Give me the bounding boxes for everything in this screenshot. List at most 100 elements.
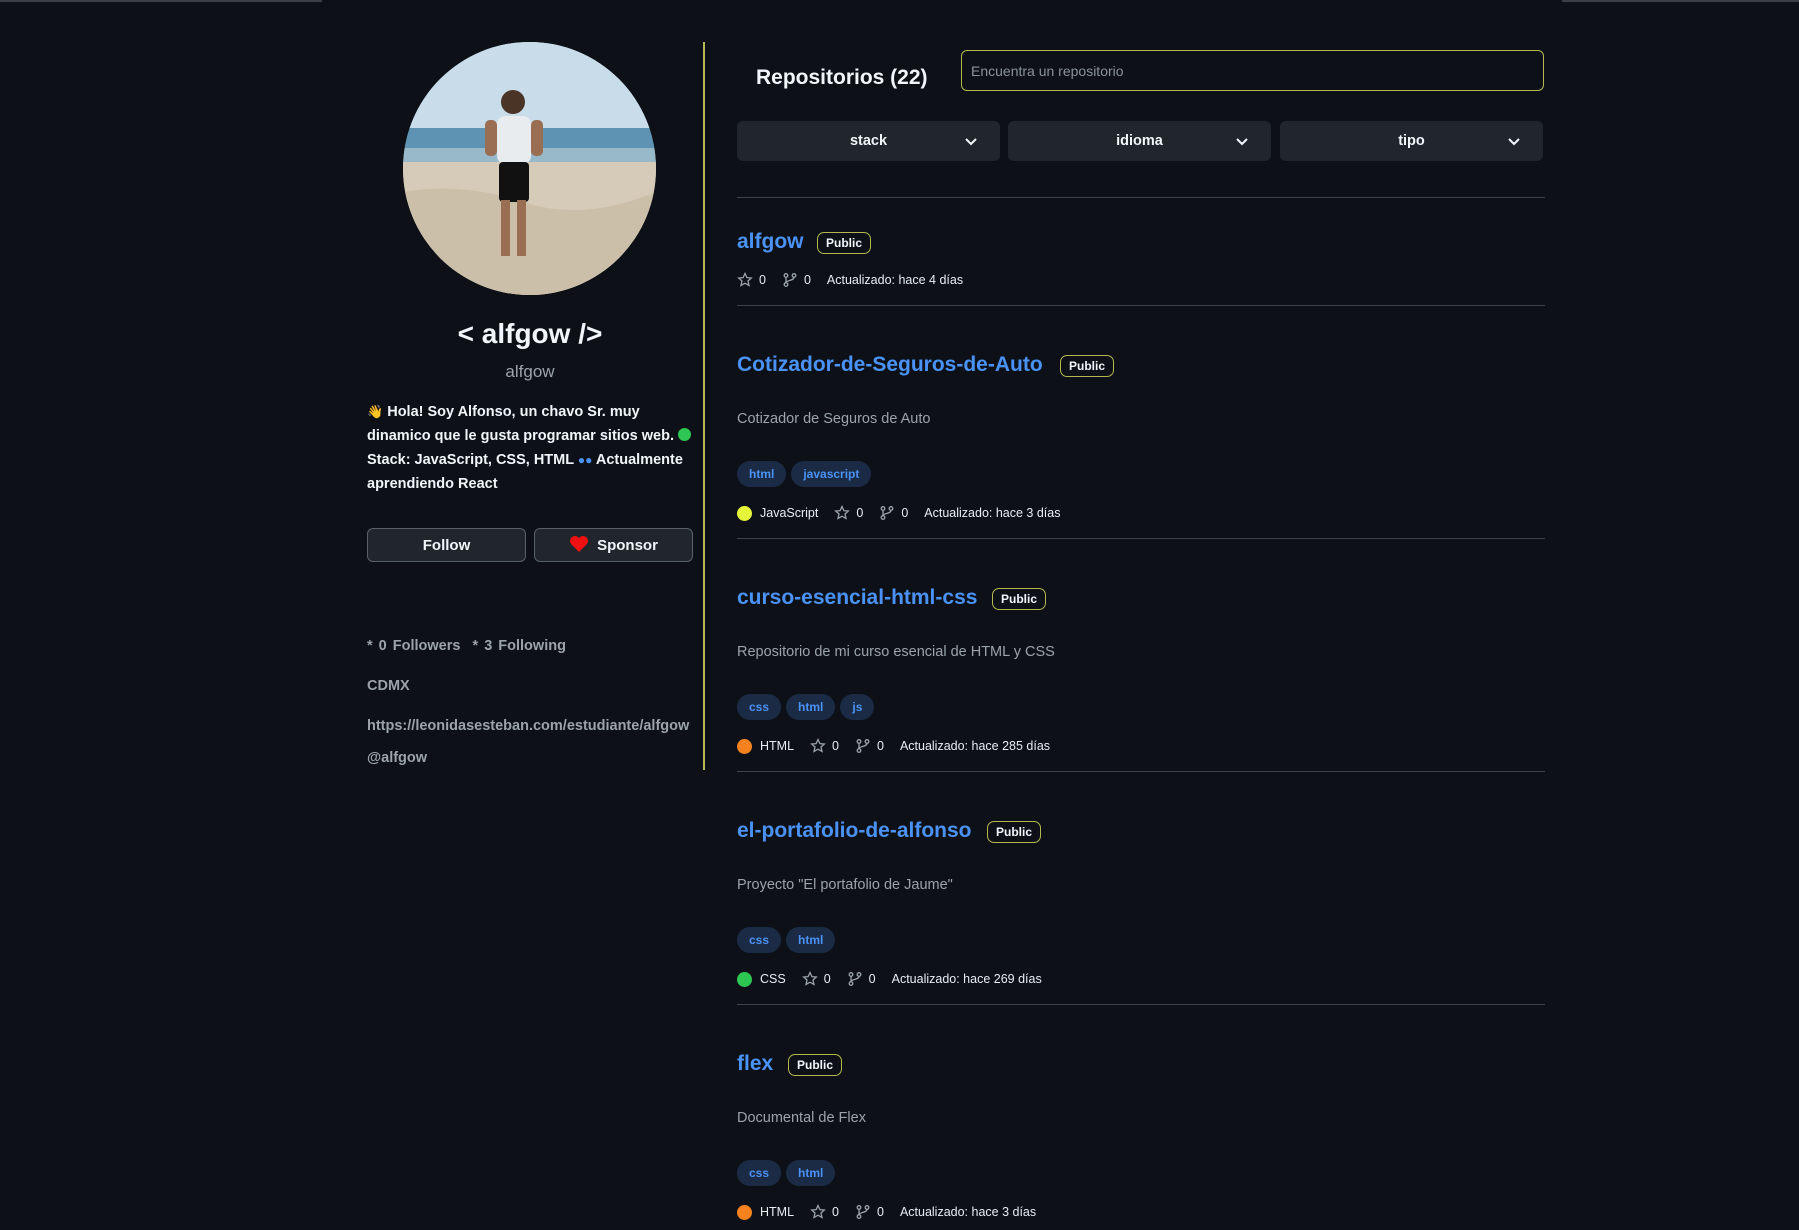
repository-search-input[interactable] [961,50,1544,91]
star-count: 0 [832,1205,839,1219]
repo-description: Documental de Flex [737,1110,866,1126]
followers-label: Followers [392,638,461,654]
avatar-photo [403,42,656,295]
fork-icon [848,972,862,986]
followers-count: 0 [378,638,387,654]
star-icon [810,738,826,753]
repo-tags: html javascript [737,461,872,487]
repo-description: Repositorio de mi curso esencial de HTML… [737,644,1055,660]
filter-tipo-dropdown[interactable]: tipo [1280,121,1543,161]
heart-icon [570,536,589,552]
divider [737,305,1545,306]
filter-idioma-label: idioma [1116,133,1163,149]
repo-meta: 0 0 Actualizado: hace 4 días [737,271,963,289]
fork-count: 0 [876,739,884,753]
username: alfgow [505,362,555,381]
tag-pill[interactable]: javascript [791,461,872,487]
star-icon [801,971,818,986]
visibility-badge: Public [788,1054,843,1076]
fork-count: 0 [901,506,909,520]
chevron-down-icon [965,138,977,146]
divider [737,538,1545,539]
filter-stack-dropdown[interactable]: stack [737,121,1000,161]
star-icon [737,272,753,287]
bio-text-1: Hola! Soy Alfonso, un chavo Sr. muy dina… [367,404,674,444]
bio: 👋 Hola! Soy Alfonso, un chavo Sr. muy di… [367,400,693,496]
avatar[interactable] [403,42,656,295]
visibility-badge: Public [817,232,872,254]
visibility-badge: Public [1060,355,1115,377]
followers-link[interactable]: * 0 Followers [367,638,460,654]
fork-icon [880,506,894,520]
tag-pill[interactable]: css [737,927,782,953]
sidebar-divider [703,42,705,770]
star-icon [834,505,851,520]
tag-pill[interactable]: css [737,694,782,720]
tag-pill[interactable]: html [737,461,787,487]
updated-text: Actualizado: hace 4 días [826,273,964,287]
display-name: < alfgow /> [457,318,603,349]
updated-text: Actualizado: hace 285 días [899,739,1051,753]
language-label: CSS [760,972,786,986]
tag-pill[interactable]: js [840,694,875,720]
repo-tags: css html [737,1160,836,1186]
sponsor-label: Sponsor [597,537,658,554]
fork-icon [856,739,870,753]
green-circle-icon [678,428,692,441]
following-label: Following [498,638,566,654]
fork-count: 0 [868,972,876,986]
filter-stack-label: stack [849,133,888,149]
bio-text-2: Stack: JavaScript, CSS, HTML [367,452,574,468]
tag-pill[interactable]: html [786,927,836,953]
language-label: JavaScript [760,506,819,520]
language-color-dot [737,738,752,754]
repo-description: Proyecto "El portafolio de Jaume" [737,877,953,893]
language-color-dot [737,505,752,521]
following-count: 3 [484,638,493,654]
following-link[interactable]: * 3 Following [473,638,566,654]
visibility-badge: Public [992,588,1047,610]
visibility-badge: Public [987,821,1042,843]
twitter-link[interactable]: @alfgow [367,750,427,766]
repo-meta: HTML 0 0 Actualizado: hace 285 días [737,737,1050,755]
tag-pill[interactable]: html [786,1160,836,1186]
star-count: 0 [832,739,839,753]
updated-text: Actualizado: hace 3 días [924,506,1061,520]
tag-pill[interactable]: css [737,1160,782,1186]
website-link[interactable]: https://leonidasesteban.com/estudiante/a… [367,718,689,734]
filter-idioma-dropdown[interactable]: idioma [1008,121,1271,161]
repo-name-link[interactable]: flex [737,1052,773,1076]
tag-pill[interactable]: html [786,694,836,720]
fork-count: 0 [803,273,811,287]
repo-meta: JavaScript 0 0 Actualizado: hace 3 días [737,504,1060,522]
fork-icon [783,273,797,287]
divider [737,771,1545,772]
follow-button[interactable]: Follow [367,528,526,562]
repo-name-link[interactable]: el-portafolio-de-alfonso [737,819,972,843]
fork-count: 0 [876,1205,884,1219]
fork-icon [856,1205,870,1219]
repo-name-link[interactable]: curso-esencial-html-css [737,586,977,610]
filter-tipo-label: tipo [1398,133,1425,149]
divider [737,1004,1545,1005]
repo-tags: css html [737,927,836,953]
star-count: 0 [856,506,864,520]
language-label: HTML [760,739,795,753]
repo-description: Cotizador de Seguros de Auto [737,411,931,427]
repo-name-link[interactable]: Cotizador-de-Seguros-de-Auto [737,353,1043,377]
repo-meta: CSS 0 0 Actualizado: hace 269 días [737,970,1042,988]
follow-stats: * 0 Followers * 3 Following [367,638,566,654]
updated-text: Actualizado: hace 3 días [899,1205,1037,1219]
chevron-down-icon [1508,138,1520,146]
repo-meta: HTML 0 0 Actualizado: hace 3 días [737,1203,1036,1221]
chevron-down-icon [1236,138,1248,146]
language-color-dot [737,971,752,987]
repositories-title: Repositorios (22) [756,66,928,89]
divider [737,197,1545,198]
star-count: 0 [759,273,766,287]
repo-name-link[interactable]: alfgow [737,230,804,254]
star-count: 0 [823,972,831,986]
updated-text: Actualizado: hace 269 días [891,972,1042,986]
sponsor-button[interactable]: Sponsor [534,528,693,562]
star-icon [810,1204,826,1219]
